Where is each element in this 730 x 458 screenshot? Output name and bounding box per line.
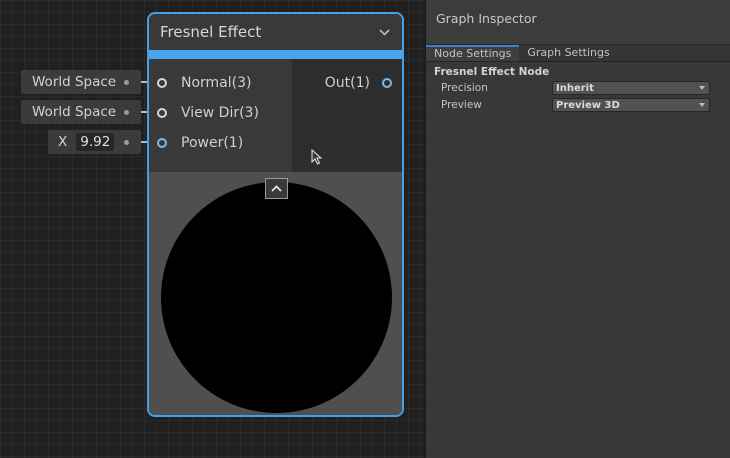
port-label: Power(1) xyxy=(181,135,244,151)
node-title: Fresnel Effect xyxy=(160,23,262,41)
tab-node-settings[interactable]: Node Settings xyxy=(426,45,520,61)
input-port-normal[interactable]: Normal(3) xyxy=(149,68,292,98)
viewdir-space-input[interactable]: World Space xyxy=(21,100,141,124)
section-title: Fresnel Effect Node xyxy=(434,66,550,78)
viewdir-port-dot xyxy=(124,109,130,115)
preview-dropdown[interactable]: Preview 3D xyxy=(552,98,710,112)
mouse-cursor-icon xyxy=(311,149,323,165)
port-label: View Dir(3) xyxy=(181,105,259,121)
port-circle[interactable] xyxy=(382,78,392,88)
precision-dropdown[interactable]: Inherit xyxy=(552,81,710,95)
node-preview xyxy=(149,172,402,415)
property-label: Preview xyxy=(441,99,482,111)
fresnel-effect-node[interactable]: Fresnel Effect Normal(3) View Dir(3) Pow… xyxy=(147,12,404,417)
chevron-up-icon[interactable] xyxy=(265,178,288,199)
input-port-power[interactable]: Power(1) xyxy=(149,128,292,158)
preview-sphere xyxy=(161,182,392,413)
port-label: Normal(3) xyxy=(181,75,252,91)
node-header[interactable]: Fresnel Effect xyxy=(149,14,402,50)
port-circle[interactable] xyxy=(157,108,167,118)
normal-port-dot xyxy=(124,79,130,85)
dropdown-arrow-icon xyxy=(699,103,705,107)
port-circle[interactable] xyxy=(157,78,167,88)
node-ports: Normal(3) View Dir(3) Power(1) Out(1) xyxy=(149,59,402,172)
normal-space-label: World Space xyxy=(32,74,117,90)
dropdown-value: Preview 3D xyxy=(556,99,620,111)
node-inputs: Normal(3) View Dir(3) Power(1) xyxy=(149,59,292,172)
power-value-field[interactable]: 9.92 xyxy=(76,133,115,151)
dropdown-value: Inherit xyxy=(556,82,594,94)
node-accent-bar xyxy=(149,50,402,59)
power-axis-label: X xyxy=(58,134,68,150)
property-label: Precision xyxy=(441,82,488,94)
property-precision: Precision Inherit xyxy=(426,80,730,96)
port-label: Out(1) xyxy=(324,75,370,91)
viewdir-space-label: World Space xyxy=(32,104,117,120)
graph-inspector-panel: Graph Inspector Node Settings Graph Sett… xyxy=(425,0,730,458)
inspector-title: Graph Inspector xyxy=(426,0,730,45)
dropdown-arrow-icon xyxy=(699,86,705,90)
chevron-down-icon[interactable] xyxy=(379,25,390,40)
inspector-tabs: Node Settings Graph Settings xyxy=(426,45,730,62)
power-port-dot xyxy=(124,139,130,145)
port-circle[interactable] xyxy=(157,138,167,148)
node-outputs: Out(1) xyxy=(292,59,402,172)
normal-space-input[interactable]: World Space xyxy=(21,70,141,94)
tab-graph-settings[interactable]: Graph Settings xyxy=(519,45,617,61)
output-port-out[interactable]: Out(1) xyxy=(292,68,402,98)
property-preview: Preview Preview 3D xyxy=(426,97,730,113)
power-value-input[interactable]: X 9.92 xyxy=(48,130,141,154)
input-port-viewdir[interactable]: View Dir(3) xyxy=(149,98,292,128)
